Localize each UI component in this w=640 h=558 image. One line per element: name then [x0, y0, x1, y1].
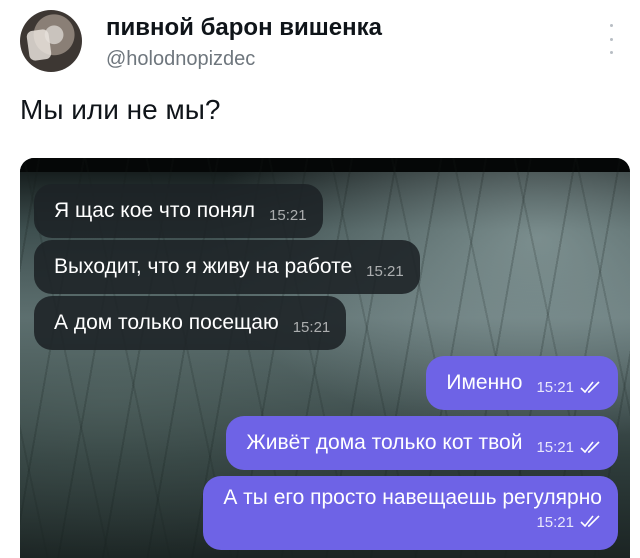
message-incoming: А дом только посещаю 15:21	[34, 296, 347, 350]
message-time: 15:21	[292, 318, 331, 336]
message-outgoing: Именно 15:21	[426, 356, 618, 410]
tweet-text: Мы или не мы?	[20, 94, 221, 125]
message-time: 15:21	[269, 206, 307, 224]
message-time: 15:21	[366, 262, 404, 280]
message-outgoing: Живёт дома только кот твой 15:21	[226, 416, 618, 470]
message-incoming: Выходит, что я живу на работе 15:21	[34, 240, 420, 294]
double-check-icon	[580, 441, 600, 453]
message-text: А ты его просто навещаешь регулярно	[223, 486, 602, 509]
message-incoming: Я щас кое что понял 15:21	[34, 184, 323, 238]
message-time: 15:21	[536, 378, 574, 396]
message-time: 15:21	[536, 514, 574, 531]
message-meta: 15:21	[536, 512, 602, 531]
message-text: Я щас кое что понял	[54, 199, 256, 222]
double-check-icon	[580, 515, 600, 527]
tweet-media-screenshot[interactable]: Я щас кое что понял 15:21 Выходит, что я…	[20, 158, 630, 558]
display-name[interactable]: пивной барон вишенка	[106, 14, 382, 42]
double-check-icon	[580, 381, 600, 393]
message-text: Именно	[446, 371, 523, 394]
message-outgoing: А ты его просто навещаешь регулярно 15:2…	[203, 476, 618, 550]
user-handle[interactable]: @holodnopizdec	[106, 48, 255, 71]
message-text: Выходит, что я живу на работе	[54, 255, 353, 278]
tweet-header: пивной барон вишенка @holodnopizdec	[20, 6, 620, 78]
avatar[interactable]	[20, 10, 82, 72]
more-options-icon[interactable]	[608, 24, 614, 54]
message-text: А дом только посещаю	[54, 311, 279, 334]
message-text: Живёт дома только кот твой	[246, 431, 523, 454]
message-time: 15:21	[536, 438, 574, 456]
